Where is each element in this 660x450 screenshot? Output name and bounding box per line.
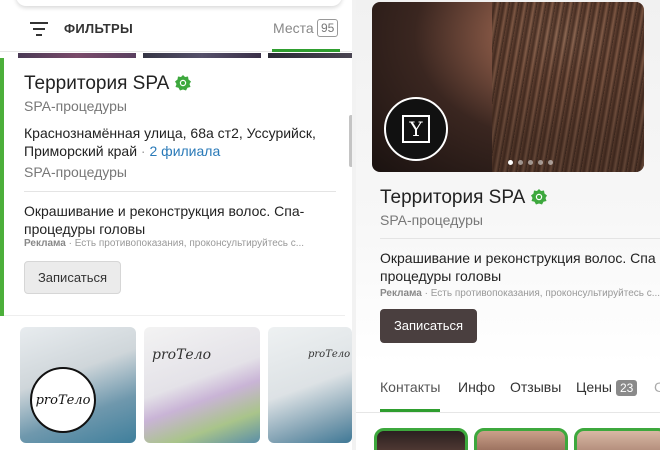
- ad-disclaimer: Реклама · Есть противопоказания, проконс…: [380, 288, 660, 299]
- ad-disclaimer: Реклама · Есть противопоказания, проконс…: [24, 238, 324, 249]
- tab-contacts[interactable]: Контакты: [380, 379, 440, 395]
- salon-sign: proТело: [152, 347, 212, 363]
- selected-card-indicator: [0, 58, 4, 316]
- hero-photo: [492, 2, 644, 172]
- tabs-divider: [356, 412, 660, 413]
- story-thumbnail[interactable]: [374, 428, 468, 450]
- ad-description: Окрашивание и реконструкция волос. Спа-п…: [24, 203, 305, 237]
- carousel-dot[interactable]: [548, 160, 553, 165]
- verified-badge-icon: [175, 75, 192, 91]
- ad-label: Реклама: [380, 288, 422, 299]
- tab-prices[interactable]: Цены 23: [576, 379, 638, 396]
- tab-reviews[interactable]: Отзывы: [510, 379, 561, 395]
- search-results-panel: ФИЛЬТРЫ Места 95 Территория SPA SPA-проц…: [0, 0, 352, 450]
- result-photo[interactable]: proТело: [144, 327, 260, 443]
- ad-disclaimer-text: · Есть противопоказания, проконсультируй…: [421, 288, 660, 299]
- place-category: SPA-процедуры: [380, 212, 483, 228]
- carousel-dot[interactable]: [508, 160, 513, 165]
- filters-button[interactable]: ФИЛЬТРЫ: [64, 21, 133, 36]
- ad-description: Окрашивание и реконструкция волос. Спа п…: [380, 249, 660, 285]
- carousel-dot[interactable]: [518, 160, 523, 165]
- story-thumbnail[interactable]: [574, 428, 660, 450]
- tab-prices-label[interactable]: Цены: [576, 379, 612, 395]
- place-logo-mark: Y: [402, 115, 430, 143]
- place-logo: Y: [384, 97, 448, 161]
- ad-description-line: процедуры головы: [380, 268, 502, 284]
- divider: [380, 238, 660, 239]
- results-toolbar: ФИЛЬТРЫ Места 95: [0, 0, 352, 52]
- address-separator: ·: [137, 143, 150, 159]
- prices-count-badge: 23: [615, 380, 638, 396]
- place-title-text: Территория SPA: [380, 187, 526, 208]
- ad-description-line: Окрашивание и реконструкция волос. Спа: [380, 250, 656, 266]
- divider: [24, 191, 336, 192]
- place-details-panel: Y Территория SPA SPA-процедуры Окрашиван…: [356, 0, 660, 450]
- book-button[interactable]: Записаться: [380, 309, 477, 343]
- results-scrollbar[interactable]: [349, 115, 352, 167]
- tab-places[interactable]: Места: [273, 20, 314, 36]
- carousel-dot[interactable]: [528, 160, 533, 165]
- search-box-edge: [16, 0, 342, 6]
- result-title[interactable]: Территория SPA: [24, 73, 192, 95]
- salon-sign: proТело: [308, 349, 351, 360]
- ad-disclaimer-text: · Есть противопоказания, проконсультируй…: [65, 238, 305, 249]
- ad-label: Реклама: [24, 238, 66, 249]
- tab-more[interactable]: С: [654, 379, 660, 395]
- tab-info[interactable]: Инфо: [458, 379, 495, 395]
- result-category-secondary: SPA-процедуры: [24, 164, 127, 180]
- book-button[interactable]: Записаться: [24, 261, 121, 294]
- result-photo[interactable]: proТело: [268, 327, 352, 443]
- filter-icon[interactable]: [30, 22, 50, 36]
- result-address: Краснознамённая улица, 68а ст2, Уссурийс…: [24, 124, 334, 160]
- verified-badge-icon: [531, 189, 548, 205]
- active-tab-indicator: [272, 49, 340, 52]
- places-count-badge: 95: [317, 19, 339, 37]
- place-photo-carousel[interactable]: Y: [372, 2, 644, 172]
- carousel-dot[interactable]: [538, 160, 543, 165]
- result-title-text[interactable]: Территория SPA: [24, 73, 169, 94]
- salon-logo: proТело: [30, 367, 96, 433]
- branches-link[interactable]: 2 филиала: [150, 143, 221, 159]
- result-photo[interactable]: proТело: [20, 327, 136, 443]
- place-title: Территория SPA: [380, 187, 548, 209]
- result-category: SPA-процедуры: [24, 98, 127, 114]
- carousel-dots[interactable]: [508, 160, 553, 165]
- story-thumbnail[interactable]: [474, 428, 568, 450]
